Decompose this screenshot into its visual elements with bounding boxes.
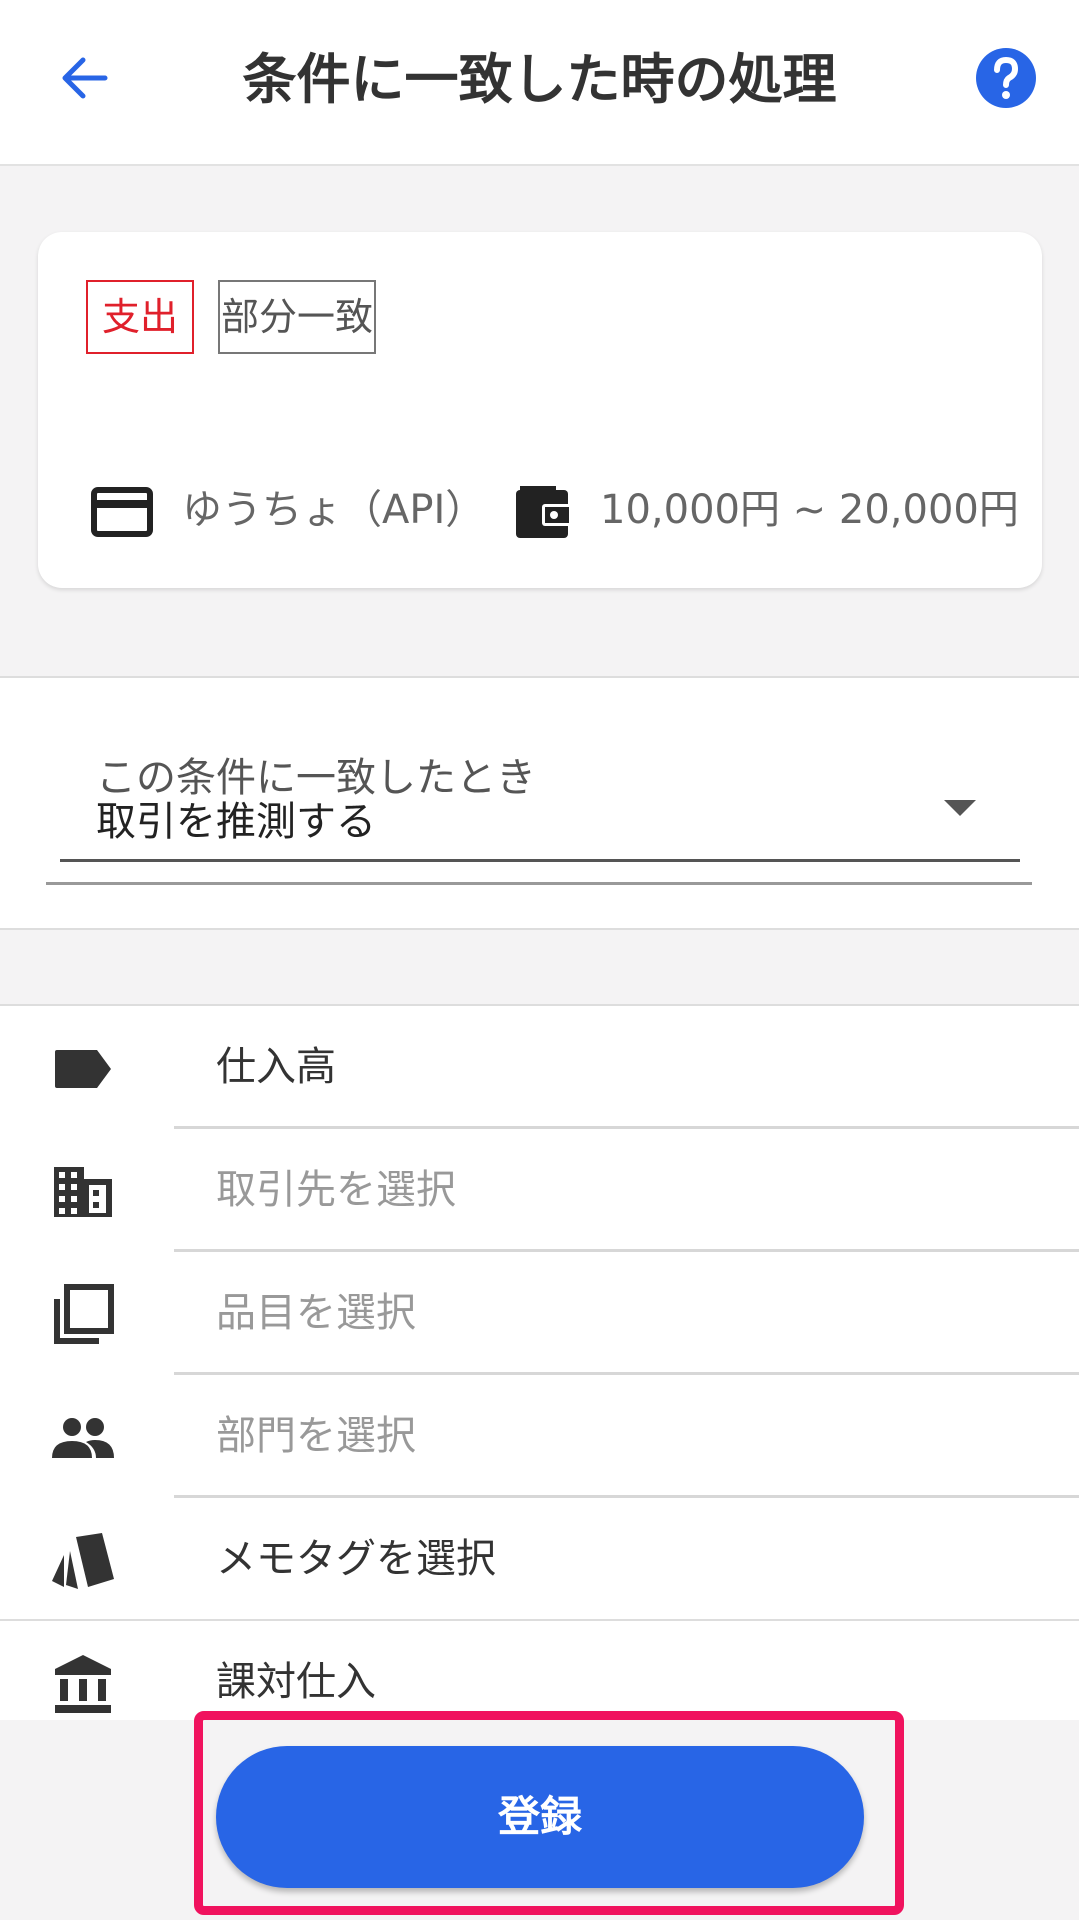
- condition-card[interactable]: 支出 部分一致 ゆうちょ（API） 10,000円 ~ 20,000円: [38, 232, 1042, 588]
- action-section: この条件に一致したとき 取引を推測する: [0, 676, 1079, 930]
- memo-tag-row[interactable]: メモタグを選択: [0, 1498, 1079, 1621]
- item-row[interactable]: 品目を選択: [0, 1252, 1079, 1375]
- divider: [46, 882, 1032, 885]
- type-badge: 支出: [86, 280, 194, 354]
- amount-range-text: 10,000円 ~ 20,000円: [600, 487, 1019, 533]
- action-select[interactable]: この条件に一致したとき 取引を推測する: [60, 752, 1020, 862]
- people-icon: [48, 1405, 118, 1471]
- partner-placeholder: 取引先を選択: [216, 1167, 456, 1213]
- page-title: 条件に一致した時の処理: [242, 48, 837, 111]
- tax-category-row[interactable]: 課対仕入: [0, 1621, 1079, 1724]
- tag-icon: [48, 1036, 118, 1102]
- caret-down-icon: [944, 800, 976, 816]
- wallet-icon: [516, 486, 572, 538]
- credit-card-icon: [91, 487, 153, 537]
- partner-row[interactable]: 取引先を選択: [0, 1129, 1079, 1252]
- detail-list: 仕入高 取引先を選択 品目を選択 部門を選択 メモタグを選択 課対仕入: [0, 1004, 1079, 1724]
- memo-tag-placeholder: メモタグを選択: [216, 1536, 496, 1582]
- match-badge: 部分一致: [218, 280, 376, 354]
- department-placeholder: 部門を選択: [216, 1413, 416, 1459]
- account-item-value: 仕入高: [216, 1044, 336, 1090]
- app-screen: 条件に一致した時の処理 支出 部分一致 ゆうちょ（API） 10,000円 ~ …: [0, 0, 1079, 1920]
- tax-category-value: 課対仕入: [216, 1659, 376, 1705]
- action-select-value: 取引を推測する: [96, 799, 376, 845]
- bank-icon: [48, 1651, 118, 1717]
- memo-tags-icon: [48, 1528, 118, 1594]
- arrow-left-icon: [62, 57, 108, 99]
- account-text: ゆうちょ（API）: [182, 487, 486, 533]
- app-bar: 条件に一致した時の処理: [0, 0, 1079, 166]
- account-item-row[interactable]: 仕入高: [0, 1006, 1079, 1129]
- help-button[interactable]: [974, 46, 1038, 110]
- question-circle-icon: [976, 48, 1036, 108]
- copy-icon: [48, 1282, 118, 1348]
- building-icon: [48, 1159, 118, 1225]
- item-placeholder: 品目を選択: [216, 1290, 416, 1336]
- highlight-frame: [194, 1711, 904, 1915]
- department-row[interactable]: 部門を選択: [0, 1375, 1079, 1498]
- back-button[interactable]: [44, 38, 124, 118]
